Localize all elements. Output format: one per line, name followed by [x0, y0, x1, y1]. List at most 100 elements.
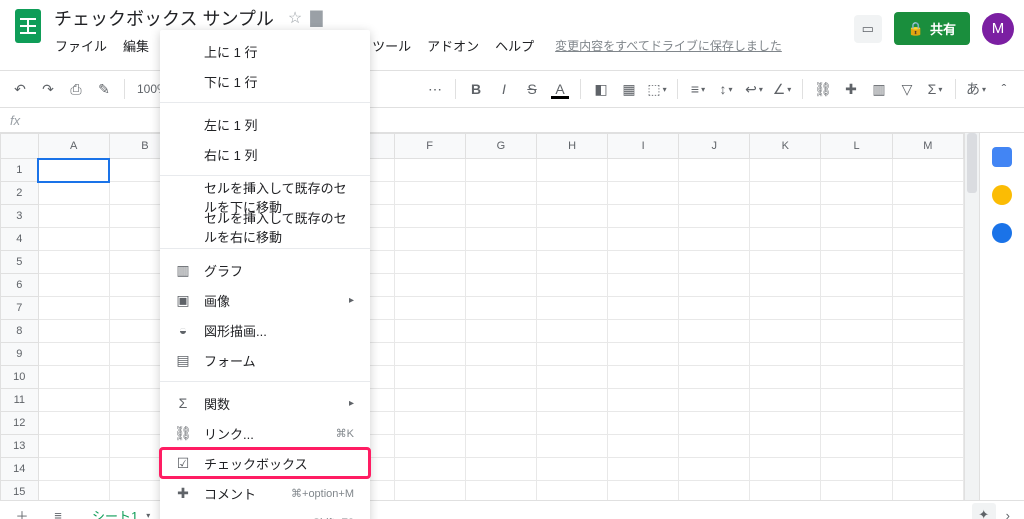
- cell[interactable]: [394, 205, 465, 228]
- cell[interactable]: [679, 297, 750, 320]
- cell[interactable]: [38, 274, 109, 297]
- cell[interactable]: [38, 320, 109, 343]
- insert-row-below[interactable]: 下に 1 行: [160, 66, 370, 96]
- calendar-addon-icon[interactable]: [992, 147, 1012, 167]
- tasks-addon-icon[interactable]: [992, 223, 1012, 243]
- cell[interactable]: [394, 343, 465, 366]
- formula-bar[interactable]: fx: [0, 108, 1024, 133]
- wrap-button[interactable]: ↩▾: [742, 77, 766, 101]
- cell[interactable]: [394, 274, 465, 297]
- row-header[interactable]: 10: [1, 366, 39, 389]
- more-formats-button[interactable]: ⋯: [423, 77, 447, 101]
- cell[interactable]: [38, 251, 109, 274]
- hide-menus-button[interactable]: ˆ: [992, 77, 1016, 101]
- cell[interactable]: [465, 481, 536, 501]
- functions-button[interactable]: Σ▾: [923, 77, 947, 101]
- insert-col-right[interactable]: 右に 1 列: [160, 139, 370, 169]
- account-avatar[interactable]: M: [982, 13, 1014, 45]
- column-header[interactable]: G: [465, 134, 536, 159]
- insert-cells-shift-right[interactable]: セルを挿入して既存のセルを右に移動: [160, 212, 370, 242]
- cell[interactable]: [394, 412, 465, 435]
- row-header[interactable]: 5: [1, 251, 39, 274]
- cell[interactable]: [394, 297, 465, 320]
- column-header[interactable]: L: [821, 134, 892, 159]
- cell[interactable]: [679, 435, 750, 458]
- row-header[interactable]: 15: [1, 481, 39, 501]
- cell[interactable]: [465, 251, 536, 274]
- cell[interactable]: [394, 159, 465, 182]
- row-header[interactable]: 6: [1, 274, 39, 297]
- cell[interactable]: [465, 366, 536, 389]
- cell[interactable]: [608, 320, 679, 343]
- cell[interactable]: [537, 458, 608, 481]
- cell[interactable]: [892, 228, 963, 251]
- cell[interactable]: [38, 412, 109, 435]
- cell[interactable]: [465, 435, 536, 458]
- cell[interactable]: [537, 343, 608, 366]
- cell[interactable]: [465, 228, 536, 251]
- insert-comment[interactable]: ✚コメント⌘+option+M: [160, 478, 370, 508]
- cell[interactable]: [465, 182, 536, 205]
- menu-tools[interactable]: ツール: [365, 32, 418, 59]
- cell[interactable]: [394, 458, 465, 481]
- cell[interactable]: [892, 182, 963, 205]
- insert-function[interactable]: Σ関数▸: [160, 388, 370, 418]
- cell[interactable]: [679, 366, 750, 389]
- column-header[interactable]: F: [394, 134, 465, 159]
- cell[interactable]: [465, 343, 536, 366]
- cell[interactable]: [394, 251, 465, 274]
- cell[interactable]: [608, 366, 679, 389]
- row-header[interactable]: 7: [1, 297, 39, 320]
- strike-button[interactable]: S: [520, 77, 544, 101]
- row-header[interactable]: 3: [1, 205, 39, 228]
- borders-button[interactable]: ▦: [617, 77, 641, 101]
- insert-link-button[interactable]: ⛓: [811, 77, 835, 101]
- bold-button[interactable]: B: [464, 77, 488, 101]
- add-sheet-button[interactable]: ＋: [8, 503, 36, 519]
- insert-checkbox[interactable]: ☑チェックボックス: [160, 448, 370, 478]
- cell[interactable]: [38, 481, 109, 501]
- cell[interactable]: [465, 159, 536, 182]
- comment-history-button[interactable]: ▭: [854, 15, 882, 43]
- cell[interactable]: [821, 320, 892, 343]
- merge-cells-button[interactable]: ⬚▾: [645, 77, 669, 101]
- cell[interactable]: [38, 435, 109, 458]
- cell[interactable]: [608, 159, 679, 182]
- cell[interactable]: [608, 205, 679, 228]
- input-tools-button[interactable]: あ▾: [964, 77, 988, 101]
- cell[interactable]: [892, 159, 963, 182]
- cell[interactable]: [750, 228, 821, 251]
- cell[interactable]: [394, 366, 465, 389]
- cell[interactable]: [750, 366, 821, 389]
- cell[interactable]: [750, 435, 821, 458]
- cell[interactable]: [679, 389, 750, 412]
- cell[interactable]: [750, 481, 821, 501]
- cell[interactable]: [38, 182, 109, 205]
- cell[interactable]: [679, 458, 750, 481]
- filter-button[interactable]: ▽: [895, 77, 919, 101]
- cell[interactable]: [608, 458, 679, 481]
- redo-button[interactable]: ↷: [36, 77, 60, 101]
- cell[interactable]: [537, 366, 608, 389]
- cell[interactable]: [892, 205, 963, 228]
- cell[interactable]: [892, 343, 963, 366]
- cell[interactable]: [821, 366, 892, 389]
- cell[interactable]: [537, 205, 608, 228]
- cell[interactable]: [892, 320, 963, 343]
- cell[interactable]: [892, 412, 963, 435]
- menu-help[interactable]: ヘルプ: [488, 32, 541, 59]
- cell[interactable]: [537, 182, 608, 205]
- text-color-button[interactable]: A: [548, 77, 572, 101]
- document-name[interactable]: チェックボックス サンプル: [48, 3, 280, 33]
- cell[interactable]: [394, 320, 465, 343]
- cell[interactable]: [821, 435, 892, 458]
- cell[interactable]: [608, 228, 679, 251]
- cell[interactable]: [892, 251, 963, 274]
- cell[interactable]: [821, 458, 892, 481]
- cell[interactable]: [892, 458, 963, 481]
- cell[interactable]: [38, 458, 109, 481]
- row-header[interactable]: 1: [1, 159, 39, 182]
- show-sidepanel-icon[interactable]: ›: [1006, 508, 1010, 519]
- cell[interactable]: [394, 228, 465, 251]
- cell[interactable]: [679, 159, 750, 182]
